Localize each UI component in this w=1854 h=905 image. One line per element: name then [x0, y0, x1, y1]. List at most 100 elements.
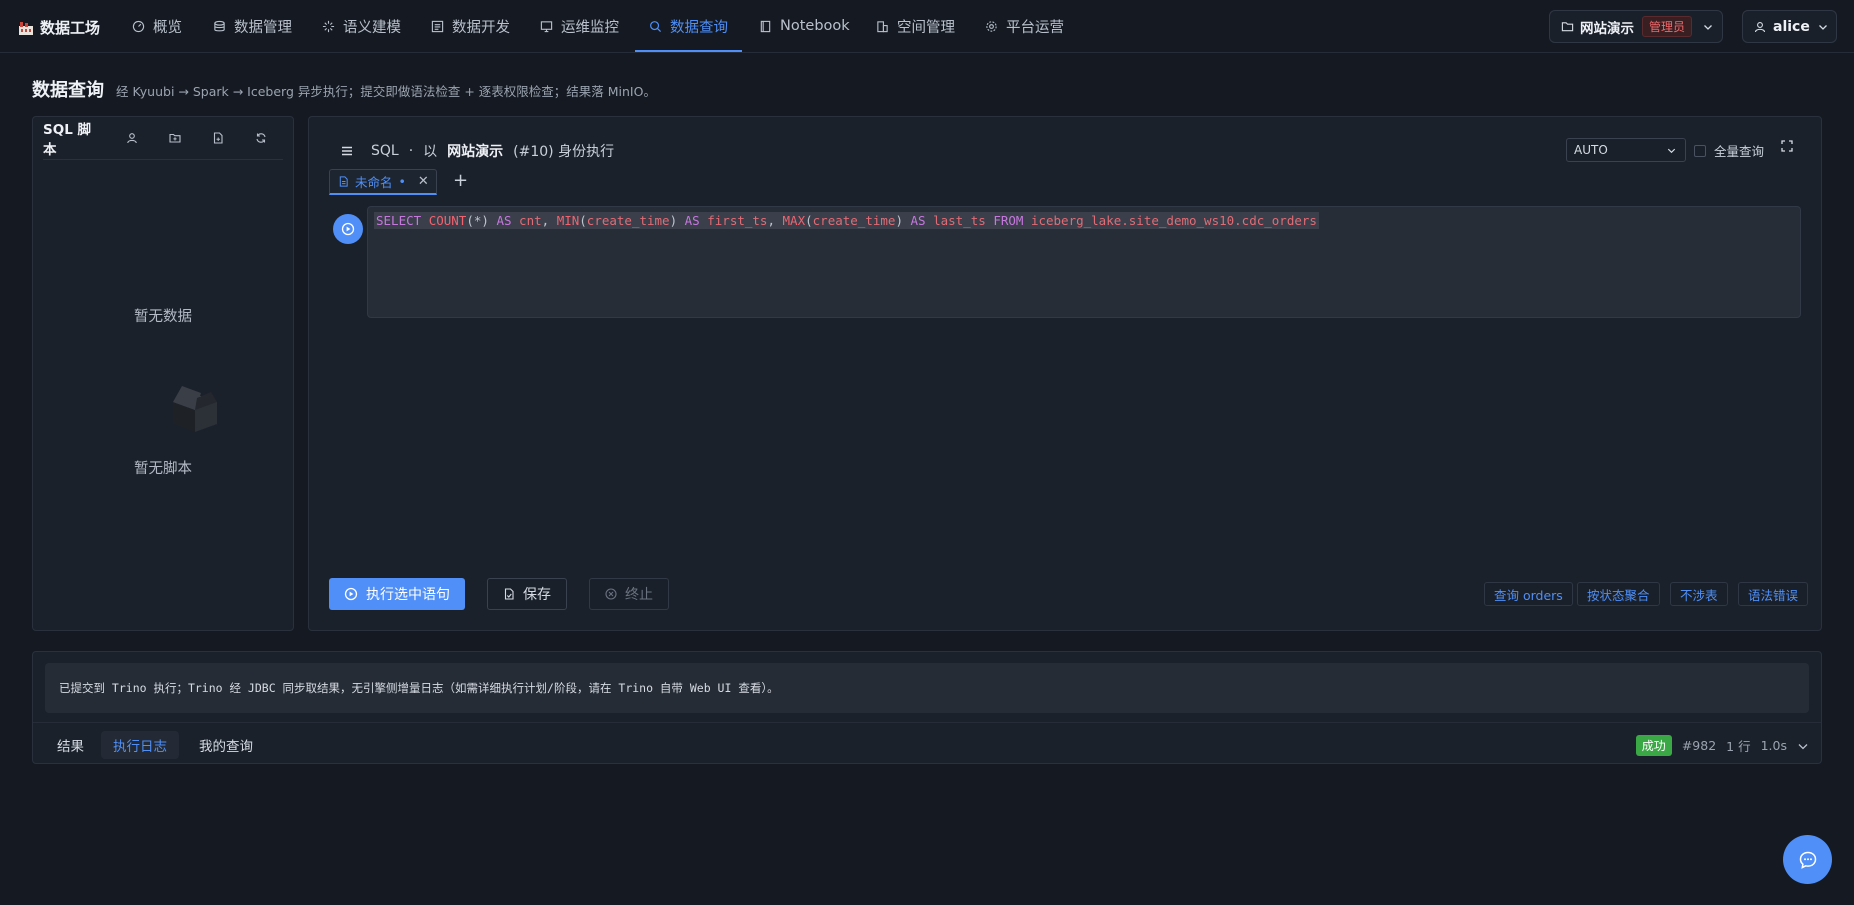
sql-editor-panel: SQL · 以 网站演示 (#10) 身份执行 AUTO 全量查询 未命名 • … [308, 116, 1822, 631]
nav-item-notebook[interactable]: Notebook [759, 0, 850, 52]
sql-punctuation: ( [466, 213, 474, 228]
stop-circle-icon [605, 588, 617, 600]
run-selected-button[interactable]: 执行选中语句 [329, 578, 465, 610]
nav-item-label: 概览 [153, 19, 182, 36]
status-badge: 成功 [1635, 735, 1672, 756]
nav-item-space-management[interactable]: 空间管理 [876, 0, 955, 52]
workspace-name: 网站演示 [1580, 20, 1634, 37]
close-icon[interactable]: ✕ [418, 174, 429, 189]
checkbox[interactable] [1694, 144, 1706, 157]
new-folder-button[interactable] [154, 132, 197, 144]
sql-punctuation [549, 213, 557, 228]
menu-icon[interactable] [341, 145, 353, 157]
sql-punctuation: ( [579, 213, 587, 228]
sql-code-editor[interactable]: SELECT COUNT(*) AS cnt, MIN(create_time)… [367, 206, 1801, 318]
sql-scripts-panel: SQL 脚本 暂无数据 暂无脚本 [32, 116, 294, 631]
dashboard-icon [132, 20, 145, 32]
role-badge: 管理员 [1642, 16, 1693, 37]
top-navigation: 数据工场 概览 数据管理 语义建模 数据开发 运维监控 数据查询 Noteboo… [0, 0, 1854, 53]
folder-icon [1561, 22, 1574, 32]
new-script-button[interactable] [197, 132, 240, 144]
monitor-icon [540, 20, 553, 32]
empty-scripts-text: 暂无脚本 [134, 461, 192, 477]
example-query-orders[interactable]: 查询 orders [1484, 582, 1573, 606]
sql-punctuation: , [767, 213, 775, 228]
nav-item-data-query[interactable]: 数据查询 [635, 0, 742, 52]
scripts-title: SQL 脚本 [43, 122, 92, 158]
nav-item-data-development[interactable]: 数据开发 [431, 0, 510, 52]
tab-my-queries[interactable]: 我的查询 [187, 731, 265, 759]
empty-box-icon [173, 386, 217, 432]
query-id: #982 [1681, 738, 1717, 753]
sql-identifier: last_ts [933, 213, 986, 228]
sql-identifier: cnt [519, 213, 542, 228]
sql-function: MIN [556, 213, 580, 228]
chevron-down-icon [1704, 24, 1712, 30]
user-name: alice [1773, 18, 1810, 35]
sql-punctuation [421, 213, 429, 228]
sql-punctuation [903, 213, 911, 228]
nav-item-semantic-modeling[interactable]: 语义建模 [322, 0, 401, 52]
results-tabs: 结果 执行日志 我的查询 成功 #982 1 行 1.0s [33, 722, 1821, 764]
tab-untitled[interactable]: 未命名 • ✕ [329, 169, 437, 195]
tab-execution-log[interactable]: 执行日志 [101, 731, 179, 759]
workspace-select[interactable]: 网站演示 管理员 [1549, 10, 1723, 43]
stop-button[interactable]: 终止 [589, 578, 669, 610]
scripts-header: SQL 脚本 [43, 117, 283, 160]
nav-item-ops-monitoring[interactable]: 运维监控 [540, 0, 619, 52]
page-description: 经 Kyuubi → Spark → Iceberg 异步执行；提交即做语法检查… [116, 84, 656, 99]
sql-keyword: AS [684, 213, 700, 228]
full-query-label: 全量查询 [1714, 144, 1765, 159]
gear-icon [986, 20, 997, 32]
results-panel: 已提交到 Trino 执行；Trino 经 JDBC 同步取结果，无引擎侧增量日… [32, 651, 1822, 764]
nav-item-label: Notebook [780, 18, 850, 34]
run-selected-label: 执行选中语句 [366, 587, 450, 603]
nav-item-label: 平台运营 [1006, 19, 1064, 36]
nav-item-label: 数据查询 [670, 19, 728, 36]
empty-data-text: 暂无数据 [134, 309, 192, 325]
model-icon [322, 20, 335, 32]
stop-label: 终止 [625, 587, 653, 603]
sql-identifier: create_time [586, 213, 670, 228]
engine-select[interactable]: AUTO [1566, 138, 1686, 162]
brand[interactable]: 数据工场 [18, 17, 100, 38]
sql-identifier: first_ts [707, 213, 768, 228]
sql-punctuation: ( [805, 213, 813, 228]
save-button[interactable]: 保存 [487, 578, 567, 610]
chat-icon [1799, 851, 1816, 869]
example-syntax-error[interactable]: 语法错误 [1738, 582, 1809, 606]
execution-log: 已提交到 Trino 执行；Trino 经 JDBC 同步取结果，无引擎侧增量日… [45, 663, 1809, 713]
add-tab-button[interactable]: + [453, 170, 468, 191]
tab-results[interactable]: 结果 [45, 731, 96, 759]
refresh-button[interactable] [240, 132, 283, 144]
notebook-icon [760, 20, 771, 32]
execute-workspace: 网站演示 [447, 144, 504, 160]
chevron-down-icon[interactable] [1797, 740, 1809, 752]
nav-item-label: 语义建模 [343, 19, 401, 36]
full-query-checkbox[interactable]: 全量查询 [1694, 141, 1764, 160]
sql-code-line: SELECT COUNT(*) AS cnt, MIN(create_time)… [374, 212, 1319, 229]
user-icon [1754, 21, 1766, 32]
refresh-icon [256, 133, 266, 143]
search-icon [650, 20, 662, 32]
nav-item-label: 数据管理 [234, 19, 292, 36]
save-file-icon [504, 588, 514, 600]
example-group-by-status[interactable]: 按状态聚合 [1577, 582, 1660, 606]
chat-button[interactable] [1783, 835, 1832, 884]
building-icon [877, 20, 888, 32]
sql-keyword: SELECT [376, 213, 422, 228]
user-menu[interactable]: alice [1742, 10, 1837, 43]
sql-function: MAX [782, 213, 806, 228]
editor-mode: SQL [371, 143, 399, 159]
duration: 1.0s [1760, 738, 1787, 753]
nav-item-platform-operations[interactable]: 平台运营 [985, 0, 1064, 52]
my-scripts-button[interactable] [110, 132, 153, 144]
nav-item-data-management[interactable]: 数据管理 [213, 0, 292, 52]
factory-logo-icon [19, 21, 33, 35]
fullscreen-icon[interactable] [1781, 140, 1793, 152]
run-line-button[interactable] [333, 214, 363, 244]
example-no-table[interactable]: 不涉表 [1670, 582, 1728, 606]
row-count: 1 行 [1726, 739, 1751, 754]
nav-item-label: 运维监控 [561, 19, 619, 36]
nav-item-overview[interactable]: 概览 [132, 0, 182, 52]
